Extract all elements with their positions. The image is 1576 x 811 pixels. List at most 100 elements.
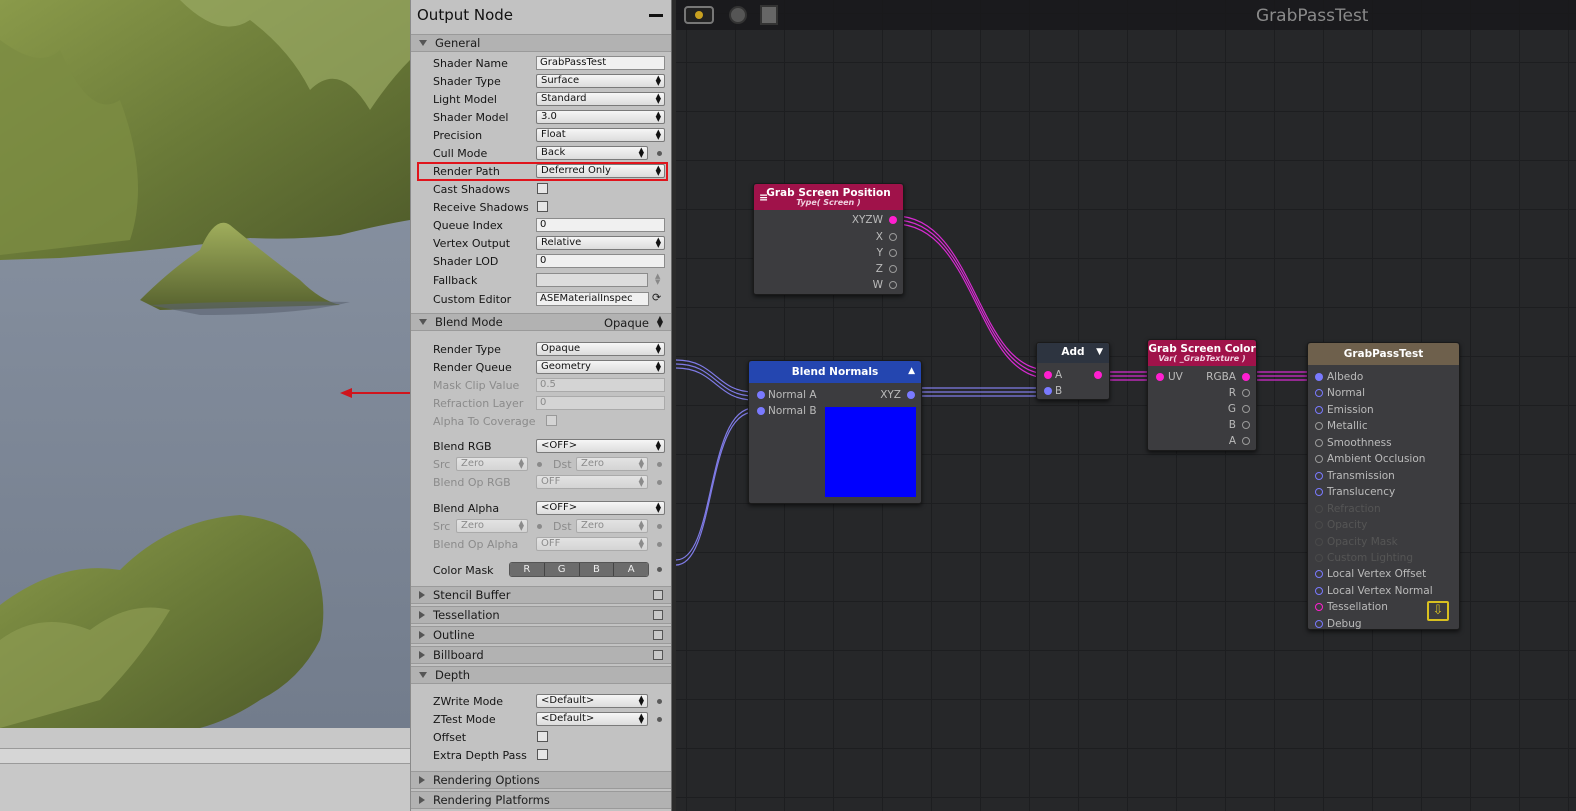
color-mask-link-dot[interactable] bbox=[657, 567, 662, 572]
blend-rgb-dropdown[interactable]: <OFF> ▲ ▼ bbox=[536, 439, 665, 453]
mask-clip-input[interactable]: 0.5 bbox=[536, 378, 665, 392]
dst-rgb-dropdown[interactable]: Zero ▲ ▼ bbox=[576, 457, 648, 471]
port-xyzw-pin[interactable] bbox=[889, 216, 897, 224]
port-x-pin[interactable] bbox=[889, 233, 897, 241]
port-local-vertex-offset-pin[interactable] bbox=[1315, 570, 1323, 579]
port-rgba-pin[interactable] bbox=[1242, 373, 1250, 381]
dst-rgb-link-dot[interactable] bbox=[657, 462, 662, 467]
render-path-dropdown[interactable]: Deferred Only ▲ ▼ bbox=[536, 164, 665, 178]
node-grab-screen-position[interactable]: ≡ Grab Screen Position Type( Screen ) XY… bbox=[753, 183, 904, 295]
billboard-enable-checkbox[interactable] bbox=[653, 650, 663, 660]
port-uv-pin[interactable] bbox=[1156, 373, 1164, 381]
render-type-dropdown[interactable]: Opaque ▲ ▼ bbox=[536, 342, 665, 356]
port-opacity-mask-pin[interactable] bbox=[1315, 537, 1323, 546]
ztest-dropdown[interactable]: <Default> ▲ ▼ bbox=[536, 712, 648, 726]
offset-checkbox[interactable] bbox=[537, 731, 548, 742]
section-outline[interactable]: Outline bbox=[411, 626, 671, 644]
node-output[interactable]: GrabPassTest Albedo Normal Emission Metalli… bbox=[1307, 342, 1460, 630]
cull-mode-link-dot[interactable] bbox=[657, 151, 662, 156]
src-rgb-dropdown[interactable]: Zero ▲ ▼ bbox=[456, 457, 528, 471]
section-rendering-options[interactable]: Rendering Options bbox=[411, 771, 671, 789]
shader-model-dropdown[interactable]: 3.0 ▲ ▼ bbox=[536, 110, 665, 124]
port-custom-lighting-pin[interactable] bbox=[1315, 553, 1323, 562]
cast-shadows-checkbox[interactable] bbox=[537, 183, 548, 194]
port-translucency-pin[interactable] bbox=[1315, 488, 1323, 497]
zwrite-dropdown[interactable]: <Default> ▲ ▼ bbox=[536, 694, 648, 708]
node-blend-normals[interactable]: Blend Normals ▲ Normal A Normal B XYZ bbox=[748, 360, 922, 504]
port-g-pin[interactable] bbox=[1242, 405, 1250, 413]
blend-op-rgb-dropdown[interactable]: OFF ▲ ▼ bbox=[536, 475, 648, 489]
node-grab-screen-color[interactable]: Grab Screen Color Var( _GrabTexture ) UV… bbox=[1147, 339, 1257, 451]
section-billboard[interactable]: Billboard bbox=[411, 646, 671, 664]
refraction-layer-input[interactable]: 0 bbox=[536, 396, 665, 410]
port-refraction-pin[interactable] bbox=[1315, 504, 1323, 513]
blend-op-alpha-dropdown[interactable]: OFF ▲ ▼ bbox=[536, 537, 648, 551]
dst-alpha-dropdown[interactable]: Zero ▲ ▼ bbox=[576, 519, 648, 533]
node-graph-canvas[interactable]: GrabPassTest ≡ Grab Screen Position Type… bbox=[676, 0, 1576, 811]
port-a-pin[interactable] bbox=[1044, 371, 1052, 379]
queue-index-input[interactable]: 0 bbox=[536, 218, 665, 232]
precision-dropdown[interactable]: Float ▲ ▼ bbox=[536, 128, 665, 142]
color-mask-r[interactable]: R bbox=[510, 563, 545, 576]
blend-mode-value[interactable]: Opaque bbox=[604, 316, 649, 330]
blend-op-rgb-link-dot[interactable] bbox=[657, 480, 662, 485]
port-debug-pin[interactable] bbox=[1315, 619, 1323, 628]
color-mask-g[interactable]: G bbox=[544, 563, 580, 576]
section-depth[interactable]: Depth bbox=[411, 666, 671, 684]
custom-editor-input[interactable]: ASEMaterialInspec bbox=[536, 292, 649, 306]
port-normal-b-pin[interactable] bbox=[757, 407, 765, 415]
src-rgb-link-dot[interactable] bbox=[537, 462, 542, 467]
save-master-icon[interactable]: ⇩ bbox=[1427, 601, 1449, 621]
shader-name-input[interactable]: GrabPassTest bbox=[536, 56, 665, 70]
render-queue-dropdown[interactable]: Geometry ▲ ▼ bbox=[536, 360, 665, 374]
color-mask-a[interactable]: A bbox=[614, 563, 648, 576]
port-ambient-occlusion-pin[interactable] bbox=[1315, 455, 1323, 464]
section-blend-mode[interactable]: Blend Mode Opaque ▲ ▼ bbox=[411, 313, 671, 331]
shader-lod-input[interactable]: 0 bbox=[536, 254, 665, 268]
port-local-vertex-normal-pin[interactable] bbox=[1315, 586, 1323, 595]
menu-icon[interactable]: ≡ bbox=[759, 191, 768, 204]
port-transmission-pin[interactable] bbox=[1315, 471, 1323, 480]
src-alpha-dropdown[interactable]: Zero ▲ ▼ bbox=[456, 519, 528, 533]
dst-alpha-link-dot[interactable] bbox=[657, 524, 662, 529]
blend-mode-arrows-icon[interactable]: ▲ ▼ bbox=[657, 315, 663, 329]
port-r-pin[interactable] bbox=[1242, 389, 1250, 397]
blend-op-alpha-link-dot[interactable] bbox=[657, 542, 662, 547]
port-metallic-pin[interactable] bbox=[1315, 422, 1323, 431]
port-emission-pin[interactable] bbox=[1315, 405, 1323, 414]
port-out-pin[interactable] bbox=[1094, 371, 1102, 379]
alpha-to-coverage-checkbox[interactable] bbox=[546, 415, 557, 426]
fallback-arrows-icon[interactable]: ▲ ▼ bbox=[655, 273, 660, 286]
port-y-pin[interactable] bbox=[889, 249, 897, 257]
port-normal-a-pin[interactable] bbox=[757, 391, 765, 399]
port-normal-pin[interactable] bbox=[1315, 389, 1323, 398]
port-opacity-pin[interactable] bbox=[1315, 521, 1323, 530]
extra-depth-checkbox[interactable] bbox=[537, 749, 548, 760]
refresh-icon[interactable]: ⟳ bbox=[652, 291, 661, 304]
color-mask-b[interactable]: B bbox=[579, 563, 615, 576]
port-b-pin[interactable] bbox=[1044, 387, 1052, 395]
cull-mode-dropdown[interactable]: Back ▲ ▼ bbox=[536, 146, 648, 160]
vertex-output-dropdown[interactable]: Relative ▲ ▼ bbox=[536, 236, 665, 250]
light-model-dropdown[interactable]: Standard ▲ ▼ bbox=[536, 92, 665, 106]
fallback-input[interactable] bbox=[536, 273, 648, 287]
zwrite-link-dot[interactable] bbox=[657, 699, 662, 704]
section-rendering-platforms[interactable]: Rendering Platforms bbox=[411, 791, 671, 809]
section-stencil-buffer[interactable]: Stencil Buffer bbox=[411, 586, 671, 604]
port-smoothness-pin[interactable] bbox=[1315, 438, 1323, 447]
port-b-pin[interactable] bbox=[1242, 421, 1250, 429]
port-a-pin[interactable] bbox=[1242, 437, 1250, 445]
node-add[interactable]: Add ▼ A B bbox=[1036, 342, 1110, 400]
shader-type-dropdown[interactable]: Surface ▲ ▼ bbox=[536, 74, 665, 88]
receive-shadows-checkbox[interactable] bbox=[537, 201, 548, 212]
port-albedo-pin[interactable] bbox=[1315, 373, 1323, 381]
port-w-pin[interactable] bbox=[889, 281, 897, 289]
blend-alpha-dropdown[interactable]: <OFF> ▲ ▼ bbox=[536, 501, 665, 515]
ztest-link-dot[interactable] bbox=[657, 717, 662, 722]
port-tessellation-pin[interactable] bbox=[1315, 603, 1323, 612]
src-alpha-link-dot[interactable] bbox=[537, 524, 542, 529]
dropdown-arrow-icon[interactable]: ▼ bbox=[1096, 347, 1103, 357]
port-z-pin[interactable] bbox=[889, 265, 897, 273]
port-xyz-pin[interactable] bbox=[907, 391, 915, 399]
outline-enable-checkbox[interactable] bbox=[653, 630, 663, 640]
